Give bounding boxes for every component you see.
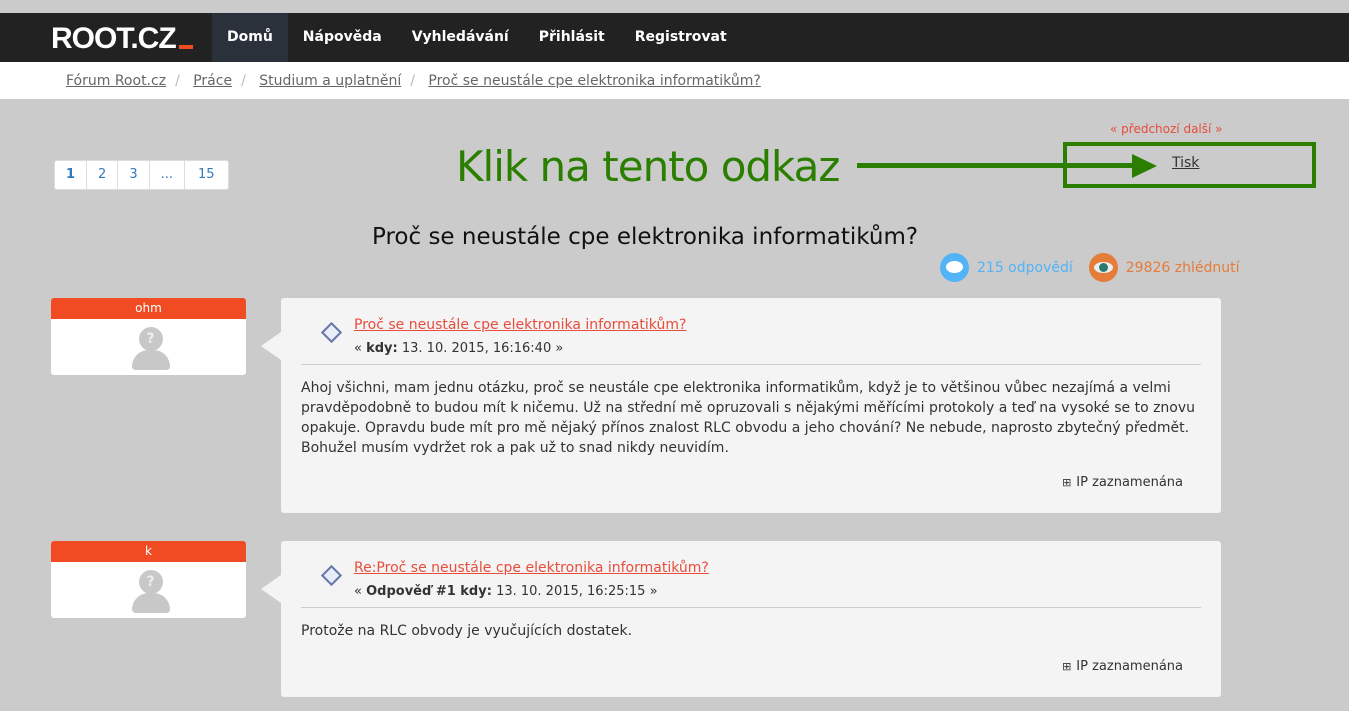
ip-logged: ⊞ IP zaznamenána [1062,659,1183,674]
post-header: Proč se neustále cpe elektronika informa… [301,298,1201,365]
next-topic-link[interactable]: další » [1183,122,1222,136]
breadcrumb-forum[interactable]: Fórum Root.cz [66,73,166,89]
username[interactable]: k [51,541,246,562]
post: Re:Proč se neustále cpe elektronika info… [261,541,1221,697]
topic-title: Proč se neustále cpe elektronika informa… [372,224,919,250]
page-3[interactable]: 3 [118,161,150,189]
post-icon [320,564,343,587]
menu-search[interactable]: Vyhledávání [397,13,524,62]
user-card: ohm ? [51,298,246,375]
annotation-text: Klik na tento odkaz [456,142,840,191]
page-2[interactable]: 2 [87,161,119,189]
breadcrumb-topic[interactable]: Proč se neustále cpe elektronika informa… [428,73,760,89]
logo[interactable]: ROOT.CZ [51,22,193,56]
post-meta: « kdy: 13. 10. 2015, 16:16:40 » [354,341,564,356]
menu-help[interactable]: Nápověda [288,13,397,62]
breadcrumb: Fórum Root.cz / Práce / Studium a uplatněn… [0,62,1349,99]
post-icon [320,321,343,344]
avatar: ? [129,324,170,374]
replies-icon [940,253,969,282]
views-count: 29826 zhlédnutí [1125,259,1240,276]
page-1[interactable]: 1 [55,161,88,189]
menu-register[interactable]: Registrovat [620,13,742,62]
ip-icon: ⊞ [1062,476,1072,489]
page-ellipsis[interactable]: ... [150,161,186,189]
post-subject-link[interactable]: Proč se neustále cpe elektronika informa… [354,317,686,333]
pagination: 1 2 3 ... 15 [54,160,229,190]
post-subject-link[interactable]: Re:Proč se neustále cpe elektronika info… [354,560,709,576]
username[interactable]: ohm [51,298,246,319]
menu-login[interactable]: Přihlásit [524,13,620,62]
avatar: ? [129,567,170,617]
post-meta: « Odpověď #1 kdy: 13. 10. 2015, 16:25:15… [354,584,658,599]
topic-stats: 215 odpovědí 29826 zhlédnutí [940,253,1240,282]
prev-topic-link[interactable]: « předchozí [1110,122,1180,136]
breadcrumb-prace[interactable]: Práce [193,73,232,89]
main-menu: Domů Nápověda Vyhledávání Přihlásit Regi… [212,13,742,62]
page-15[interactable]: 15 [185,161,228,189]
user-card: k ? [51,541,246,618]
eye-icon [1088,253,1118,282]
ip-icon: ⊞ [1062,660,1072,673]
topic-nav: « předchozí další » [1110,122,1223,136]
post: Proč se neustále cpe elektronika informa… [261,298,1221,513]
top-nav: ROOT.CZ Domů Nápověda Vyhledávání Přihlá… [0,13,1349,62]
breadcrumb-studium[interactable]: Studium a uplatnění [259,73,401,89]
post-body: Protože na RLC obvody je vyučujících dos… [301,623,633,639]
post-body: Ahoj všichni, mam jednu otázku, proč se … [301,380,1196,456]
replies-count: 215 odpovědí [977,259,1073,276]
ip-logged: ⊞ IP zaznamenána [1062,475,1183,490]
menu-home[interactable]: Domů [212,13,288,62]
post-header: Re:Proč se neustále cpe elektronika info… [301,541,1201,608]
print-link[interactable]: Tisk [1172,155,1199,171]
